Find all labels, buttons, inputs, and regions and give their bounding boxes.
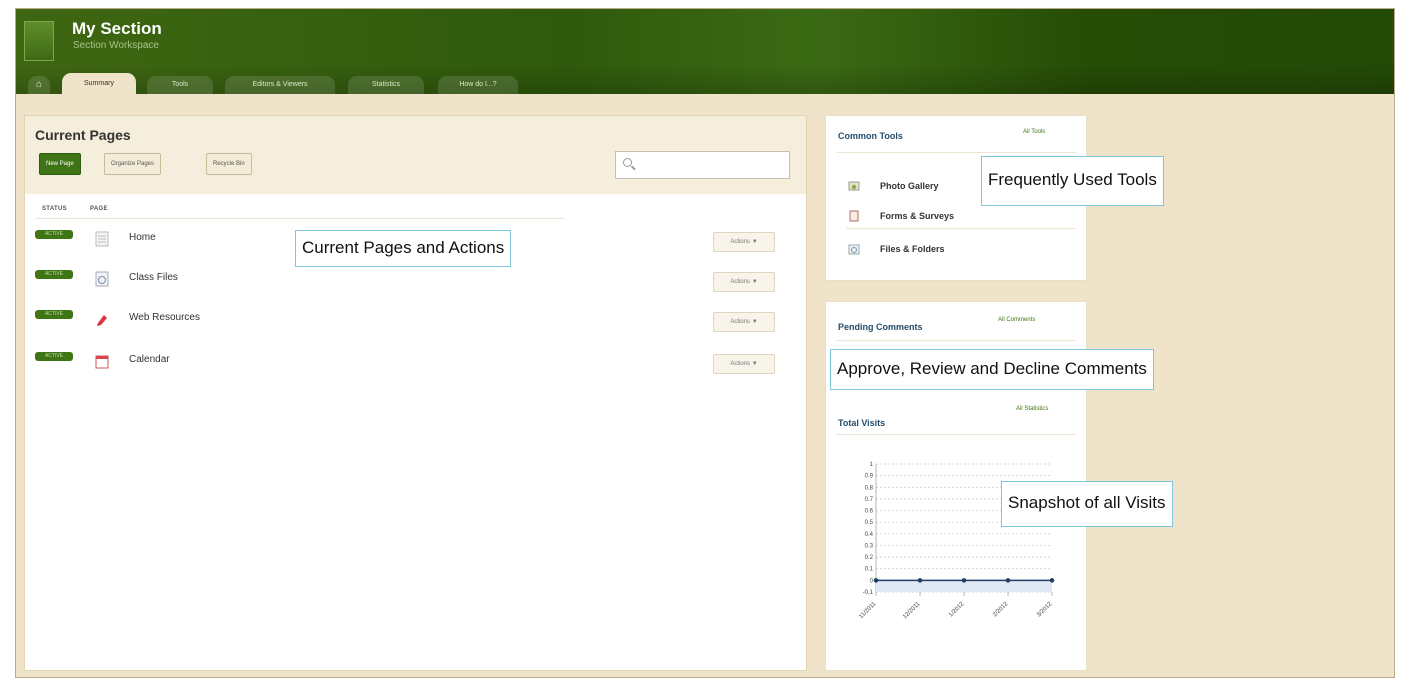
tab-tools[interactable]: Tools [147,76,213,94]
page-icon [95,231,109,247]
recycle-bin-button[interactable]: Recycle Bin [206,153,252,175]
panel-divider [836,434,1076,435]
forms-surveys-icon [849,210,859,222]
y-tick-label: 0.1 [865,567,874,573]
page-link-web-resources[interactable]: Web Resources [129,312,200,323]
tab-statistics[interactable]: Statistics [348,76,424,94]
all-statistics-link[interactable]: All Statistics [1016,406,1048,412]
search-icon [623,158,632,167]
tool-link-files-folders[interactable]: Files & Folders [880,244,945,254]
table-row: ACTIVE Calendar Actions ▼ [25,350,806,380]
actions-dropdown[interactable]: Actions ▼ [713,232,775,252]
panel-divider [836,152,1076,153]
status-badge: ACTIVE [35,230,73,239]
panel-divider [836,340,1076,341]
organize-pages-button[interactable]: Organize Pages [104,153,162,175]
all-comments-link[interactable]: All Comments [998,317,1035,323]
status-badge: ACTIVE [35,352,73,361]
x-tick-label: 12/2011 [902,601,922,621]
files-icon [95,271,109,287]
files-folders-icon [848,244,860,255]
y-tick-label: 0.9 [865,474,874,480]
y-tick-label: 0.2 [865,555,874,561]
tool-link-photo-gallery[interactable]: Photo Gallery [880,181,939,191]
page-link-calendar[interactable]: Calendar [129,354,170,365]
x-tick-label: 3/2012 [1036,601,1054,619]
site-header: My Section Section Workspace ⌂ Summary T… [16,9,1394,94]
tab-home[interactable]: ⌂ [28,76,50,94]
callout-current-pages: Current Pages and Actions [295,230,512,267]
actions-dropdown[interactable]: Actions ▼ [713,312,775,332]
y-tick-label: 0 [870,578,874,584]
tab-how-do-i[interactable]: How do I...? [438,76,518,94]
current-pages-title: Current Pages [35,127,131,143]
x-tick-label: 11/2011 [858,601,877,620]
callout-visits: Snapshot of all Visits [1001,481,1173,527]
header-divider [35,218,565,219]
photo-gallery-icon [848,181,860,191]
home-icon: ⌂ [35,79,43,90]
y-tick-label: -0.1 [863,590,874,596]
column-header-page: PAGE [90,206,108,212]
new-page-button[interactable]: New Page [39,153,81,175]
callout-comments: Approve, Review and Decline Comments [830,349,1154,390]
y-tick-label: 0.6 [865,509,874,515]
calendar-icon [95,355,109,369]
total-visits-title: Total Visits [838,418,886,428]
tab-editors-viewers[interactable]: Editors & Viewers [225,76,335,94]
pending-comments-title: Pending Comments [838,322,923,332]
app-window: My Section Section Workspace ⌂ Summary T… [15,8,1395,678]
x-tick-label: 1/2012 [948,601,966,619]
common-tools-title: Common Tools [838,131,903,141]
section-logo [24,21,54,61]
page-link-class-files[interactable]: Class Files [129,272,178,283]
y-tick-label: 0.5 [865,520,874,526]
all-tools-link[interactable]: All Tools [1023,129,1045,135]
table-row: ACTIVE Web Resources Actions ▼ [25,308,806,338]
table-row: ACTIVE Class Files Actions ▼ [25,268,806,298]
data-point [917,578,923,583]
data-point [873,578,879,583]
x-tick-label: 2/2012 [992,601,1010,619]
data-point [1005,578,1011,583]
status-badge: ACTIVE [35,310,73,319]
y-tick-label: 0.8 [865,485,874,491]
actions-dropdown[interactable]: Actions ▼ [713,272,775,292]
section-subtitle: Section Workspace [73,40,159,51]
actions-dropdown[interactable]: Actions ▼ [713,354,775,374]
y-tick-label: 1 [870,462,874,468]
panel-divider [846,228,1076,229]
callout-tools: Frequently Used Tools [981,156,1164,206]
status-badge: ACTIVE [35,270,73,279]
data-point [1049,578,1055,583]
search-box[interactable] [615,151,790,179]
data-point [961,578,967,583]
tab-summary[interactable]: Summary [62,73,136,94]
search-input[interactable] [638,154,786,176]
current-pages-panel: Current Pages New Page Organize Pages Re… [24,115,807,671]
y-tick-label: 0.7 [865,497,874,503]
tool-link-forms-surveys[interactable]: Forms & Surveys [880,211,954,221]
y-tick-label: 0.4 [865,532,874,538]
column-header-status: STATUS [42,206,67,212]
web-resources-icon [97,315,107,326]
section-title: My Section [72,19,162,38]
page-link-home[interactable]: Home [129,232,156,243]
y-tick-label: 0.3 [865,543,874,549]
